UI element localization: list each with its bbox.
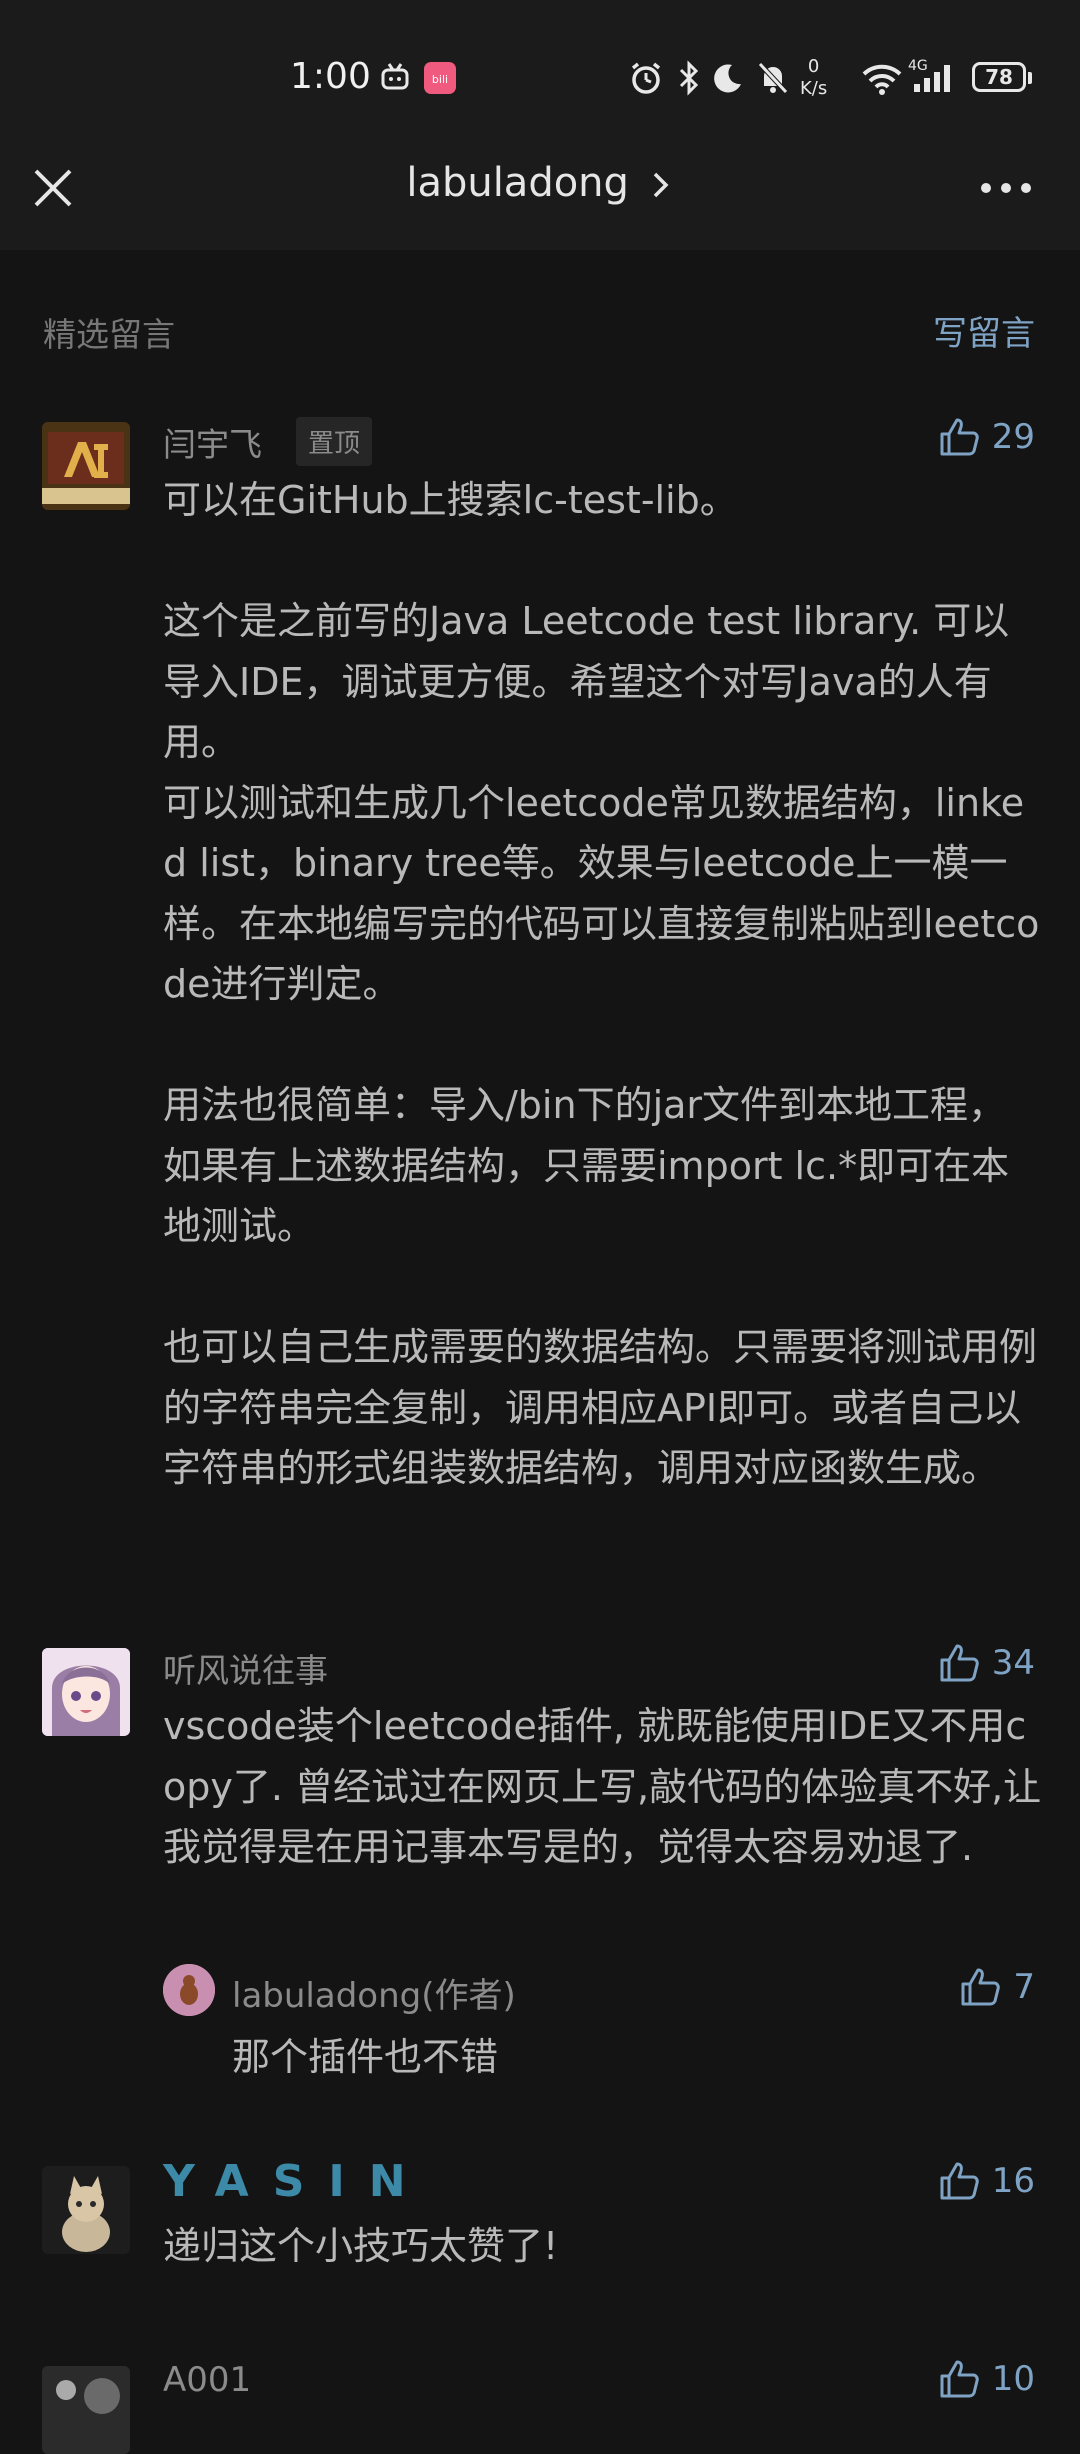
wifi-icon [862,64,902,95]
section-title: 精选留言 [43,315,175,354]
like-count: 7 [1013,1967,1035,2007]
comment-text: vscode装个leetcode插件, 就既能使用IDE又不用copy了. 曾经… [163,1704,1042,1869]
thumbs-up-icon [940,2162,979,2200]
thumbs-up-icon [940,1644,979,1682]
like-count: 29 [991,417,1035,457]
comment-author[interactable]: A001 [163,2360,251,2400]
comment-author[interactable]: YASIN [163,2156,430,2207]
battery-indicator: 78 [972,62,1032,92]
like-button[interactable]: 7 [959,1966,1035,2008]
pinned-badge: 置顶 [296,417,373,466]
net-speed-unit: K/s [800,78,828,99]
nav-title: labuladong [406,160,629,206]
avatar[interactable] [42,2166,130,2254]
more-icon[interactable] [978,180,1034,196]
like-button[interactable]: 29 [938,416,1035,458]
svg-text:bili: bili [432,73,448,86]
reply-author[interactable]: labuladong(作者) [232,1968,516,2017]
net-speed-value: 0 [807,56,820,77]
reply-avatar-image [163,1964,215,2016]
thumbs-up-icon [961,1968,1001,2006]
comment-author[interactable]: 闫宇飞 [163,418,262,466]
nav-title-link[interactable]: labuladong [0,160,1080,206]
alarm-icon [631,62,661,94]
like-button[interactable]: 34 [938,1642,1035,1684]
thumbs-up-icon [940,2360,979,2398]
reply-text: 那个插件也不错 [232,2035,499,2079]
write-comment-button[interactable]: 写留言 [933,306,1035,355]
avatar-logo-image [42,422,130,510]
avatar-anime-image [42,1648,130,1736]
app-notification-icon: bili [424,62,456,94]
like-count: 34 [991,1643,1035,1683]
reply-avatar[interactable] [163,1964,215,2016]
tv-icon [381,63,409,90]
avatar[interactable] [42,422,130,510]
avatar-cat-image [42,2166,130,2254]
like-count: 16 [991,2161,1035,2201]
chevron-right-icon [653,172,669,198]
net-speed: 0 K/s [800,56,827,100]
like-button[interactable]: 16 [938,2160,1035,2202]
bluetooth-icon [679,60,699,96]
comment-text: 递归这个小技巧太赞了! [163,2224,559,2268]
avatar[interactable] [42,1648,130,1736]
comment-author[interactable]: 听风说往事 [163,1644,328,1692]
like-button[interactable]: 10 [938,2358,1035,2400]
signal-icon [914,65,950,92]
comment-text: 可以在GitHub上搜索lc-test-lib。 这个是之前写的Java Lee… [163,478,1040,1490]
status-time: 1:00 [290,56,371,97]
thumbs-up-icon [940,418,979,456]
avatar[interactable] [42,2366,130,2454]
moon-icon [714,64,741,93]
mute-bell-icon [758,62,788,94]
avatar-photo-image [42,2366,130,2454]
like-count: 10 [991,2359,1035,2399]
